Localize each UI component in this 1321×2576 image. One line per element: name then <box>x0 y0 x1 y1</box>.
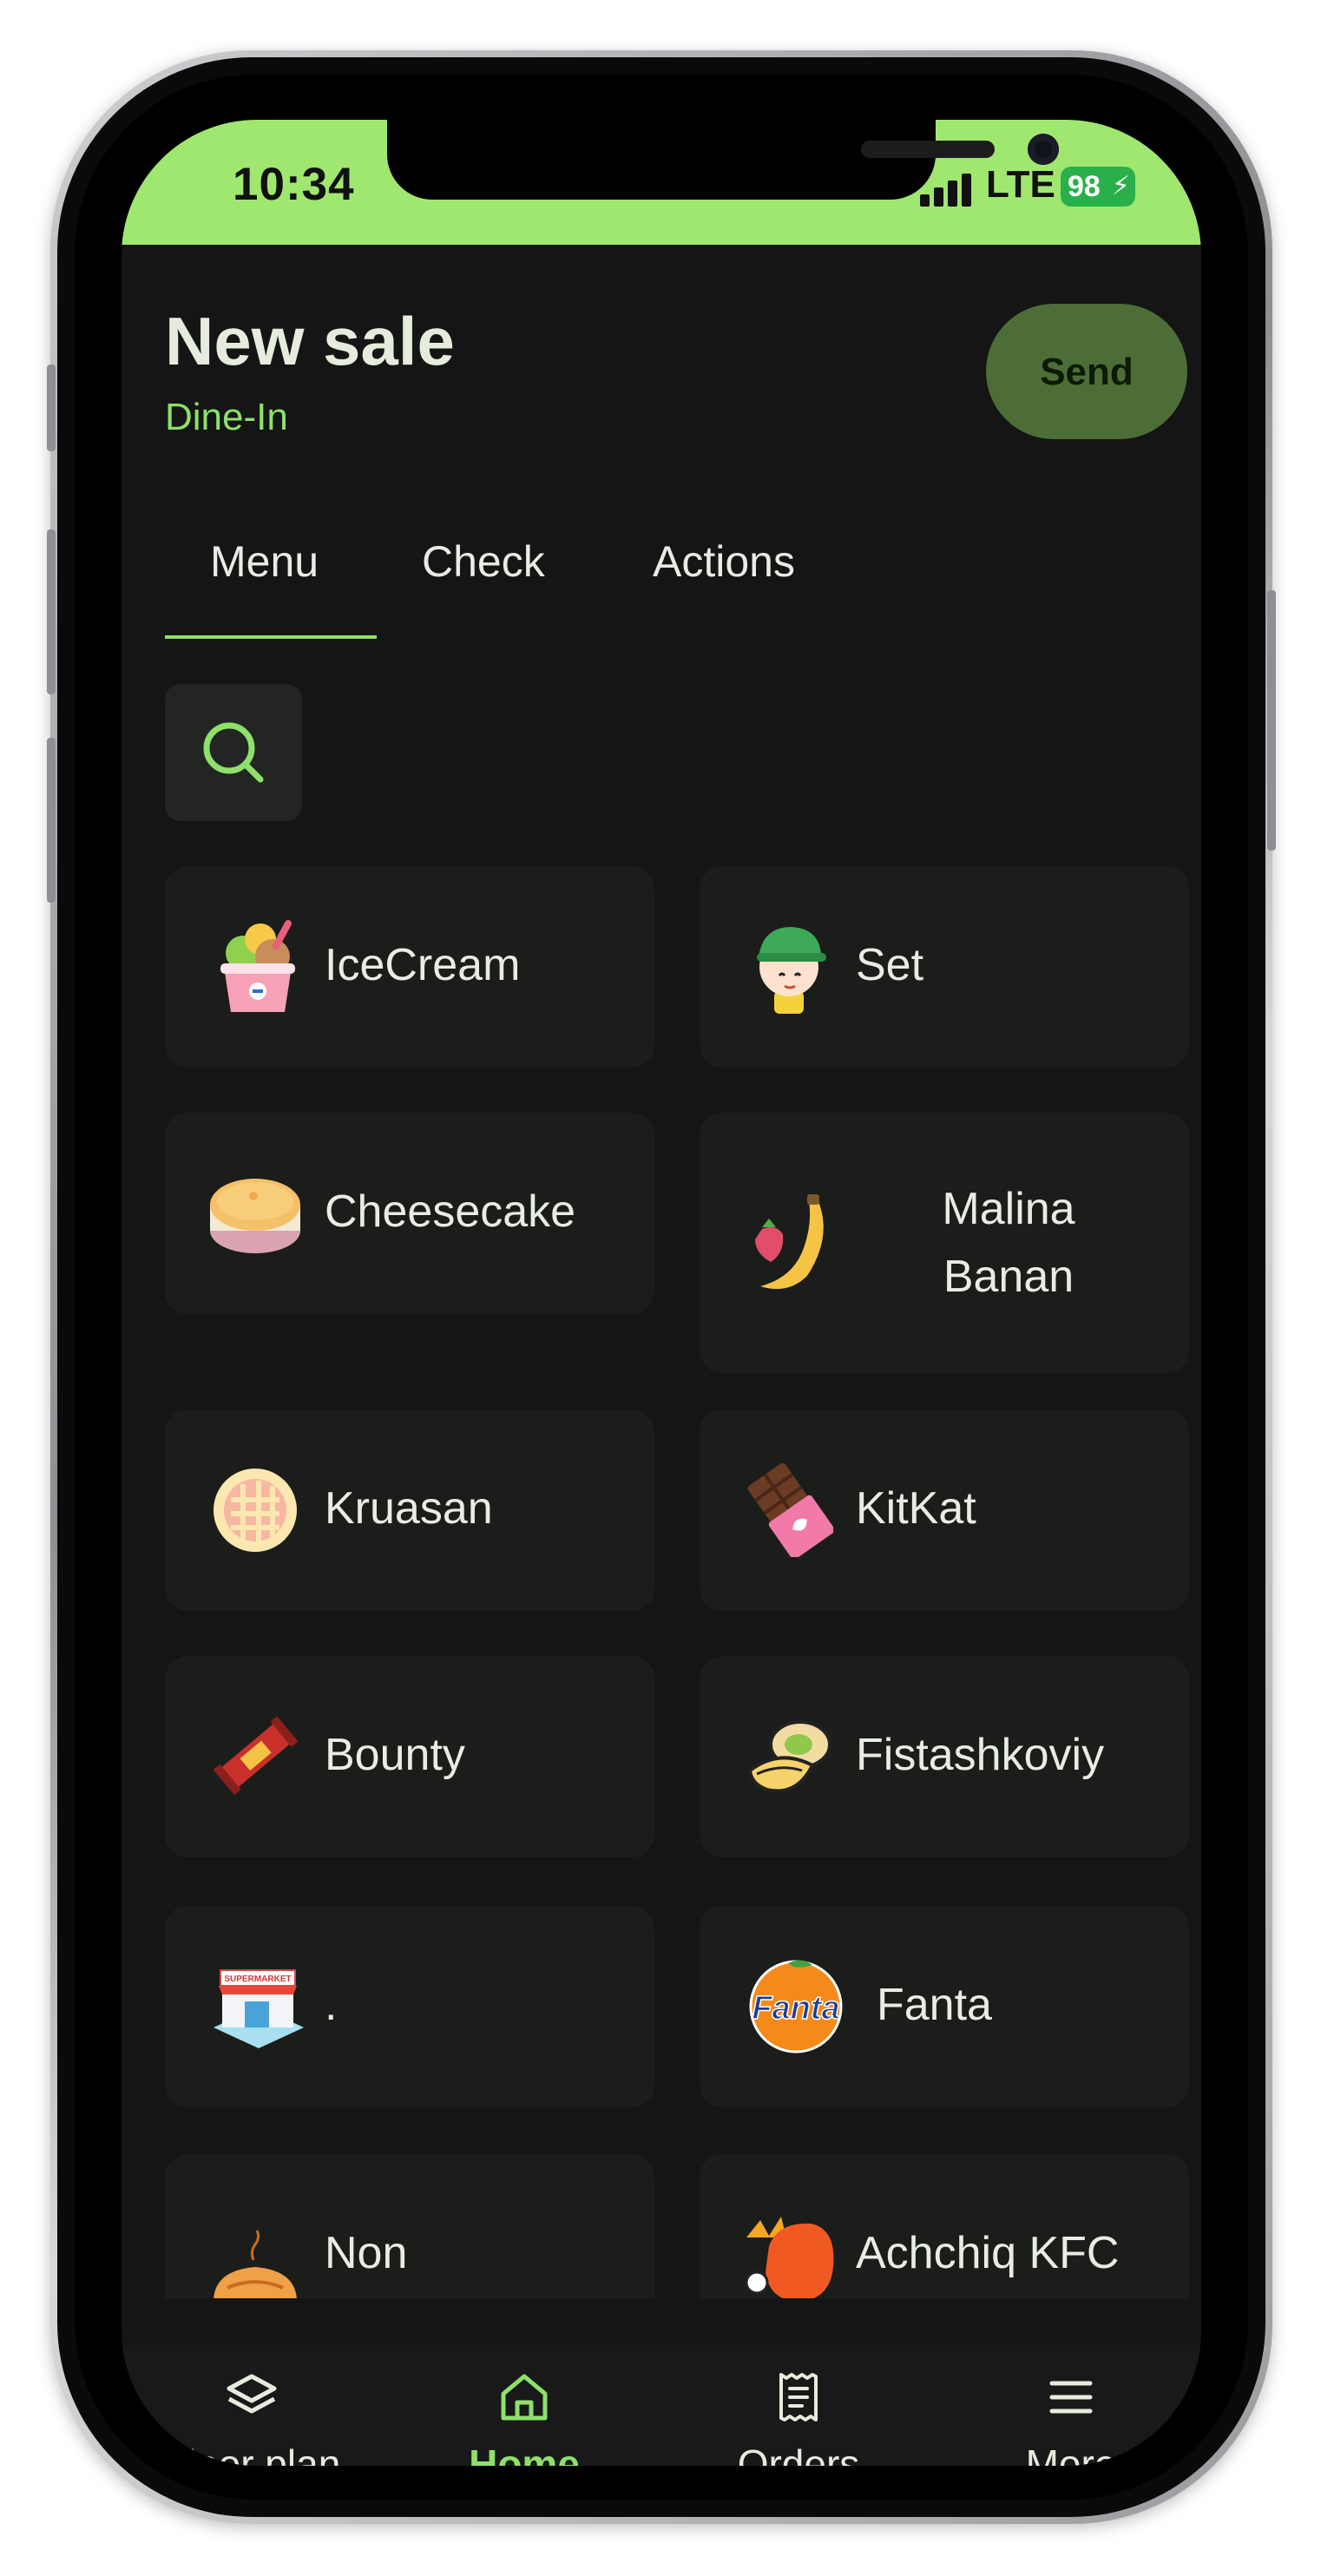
nav-orders[interactable]: Orders <box>694 2345 903 2466</box>
nav-label: Home <box>469 2441 580 2466</box>
nav-floor-plan[interactable]: Floor plan <box>148 2345 356 2466</box>
silent-switch <box>47 365 56 451</box>
nav-more[interactable]: More <box>967 2345 1175 2466</box>
menu-item-label: IceCream <box>325 940 521 990</box>
fanta-logo-icon: Fanta <box>749 1960 843 2054</box>
menu-icon <box>1049 2381 1093 2414</box>
menu-grid: IceCream Set Cheesecake Malina Banan Kru… <box>122 120 1201 2298</box>
supermarket-icon: SUPERMARKET <box>214 1969 304 2048</box>
pistachio-icon <box>747 1720 831 1793</box>
volume-up-button <box>47 529 56 694</box>
cheesecake-icon <box>210 1179 300 1253</box>
home-icon <box>501 2374 548 2421</box>
chocolate-bar-icon <box>747 1463 833 1557</box>
menu-item-label: Achchiq KFC <box>856 2228 1120 2278</box>
menu-item-label: Non <box>325 2228 408 2278</box>
pie-icon <box>214 1469 297 1552</box>
menu-item-icecream[interactable]: IceCream <box>165 866 654 1068</box>
menu-item-kitkat[interactable]: KitKat <box>700 1410 1189 1611</box>
kid-face-icon <box>757 927 826 1014</box>
nav-label: Floor plan <box>162 2441 341 2466</box>
nav-label: More <box>1025 2441 1117 2466</box>
menu-item-fanta[interactable]: Fanta Fanta <box>700 1906 1189 2107</box>
menu-item-label: Fistashkoviy <box>856 1730 1105 1780</box>
bottom-navigation: Floor plan Home Orders More <box>122 2345 1201 2466</box>
menu-item-cheesecake[interactable]: Cheesecake <box>165 1113 654 1314</box>
receipt-icon <box>779 2373 818 2422</box>
menu-item-label: Cheesecake <box>325 1186 576 1237</box>
fanta-logo-text: Fanta <box>752 1990 839 2027</box>
menu-item-label: KitKat <box>856 1483 976 1534</box>
spicy-chicken-icon <box>745 2217 834 2298</box>
menu-item-kruasan[interactable]: Kruasan <box>165 1410 654 1611</box>
menu-item-label: Fanta <box>877 1980 992 2030</box>
ice-cream-icon <box>220 920 295 1012</box>
nav-home[interactable]: Home <box>420 2345 628 2466</box>
nav-label: Orders <box>737 2441 860 2466</box>
menu-item-non[interactable]: Non <box>165 2154 654 2298</box>
menu-item-label: Malina Banan <box>859 1175 1158 1311</box>
menu-item-set[interactable]: Set <box>700 866 1189 1068</box>
bread-icon <box>214 2230 297 2298</box>
menu-item-fistashkoviy[interactable]: Fistashkoviy <box>700 1656 1189 1857</box>
app-screen: 10:34 LTE 98 ⚡ New sale Dine-In Send Menu… <box>122 120 1201 2466</box>
menu-item-achchiq-kfc[interactable]: Achchiq KFC <box>700 2154 1189 2298</box>
menu-item-label: Kruasan <box>325 1483 493 1534</box>
volume-down-button <box>47 738 56 903</box>
layers-icon <box>227 2374 277 2414</box>
power-button <box>1267 590 1276 851</box>
menu-item-bounty[interactable]: Bounty <box>165 1656 654 1857</box>
menu-item-dot[interactable]: SUPERMARKET . <box>165 1906 654 2107</box>
menu-item-label: Set <box>856 940 924 990</box>
menu-item-label: . <box>325 1980 338 2030</box>
menu-item-label: Bounty <box>325 1730 465 1780</box>
menu-item-label-line: Banan <box>943 1252 1075 1302</box>
strawberry-banana-icon <box>755 1194 824 1290</box>
menu-item-label-line: Malina <box>942 1184 1075 1234</box>
candy-bar-icon <box>213 1716 299 1796</box>
menu-item-malina-banan[interactable]: Malina Banan <box>700 1113 1189 1373</box>
supermarket-sign-text: SUPERMARKET <box>224 1975 291 1984</box>
